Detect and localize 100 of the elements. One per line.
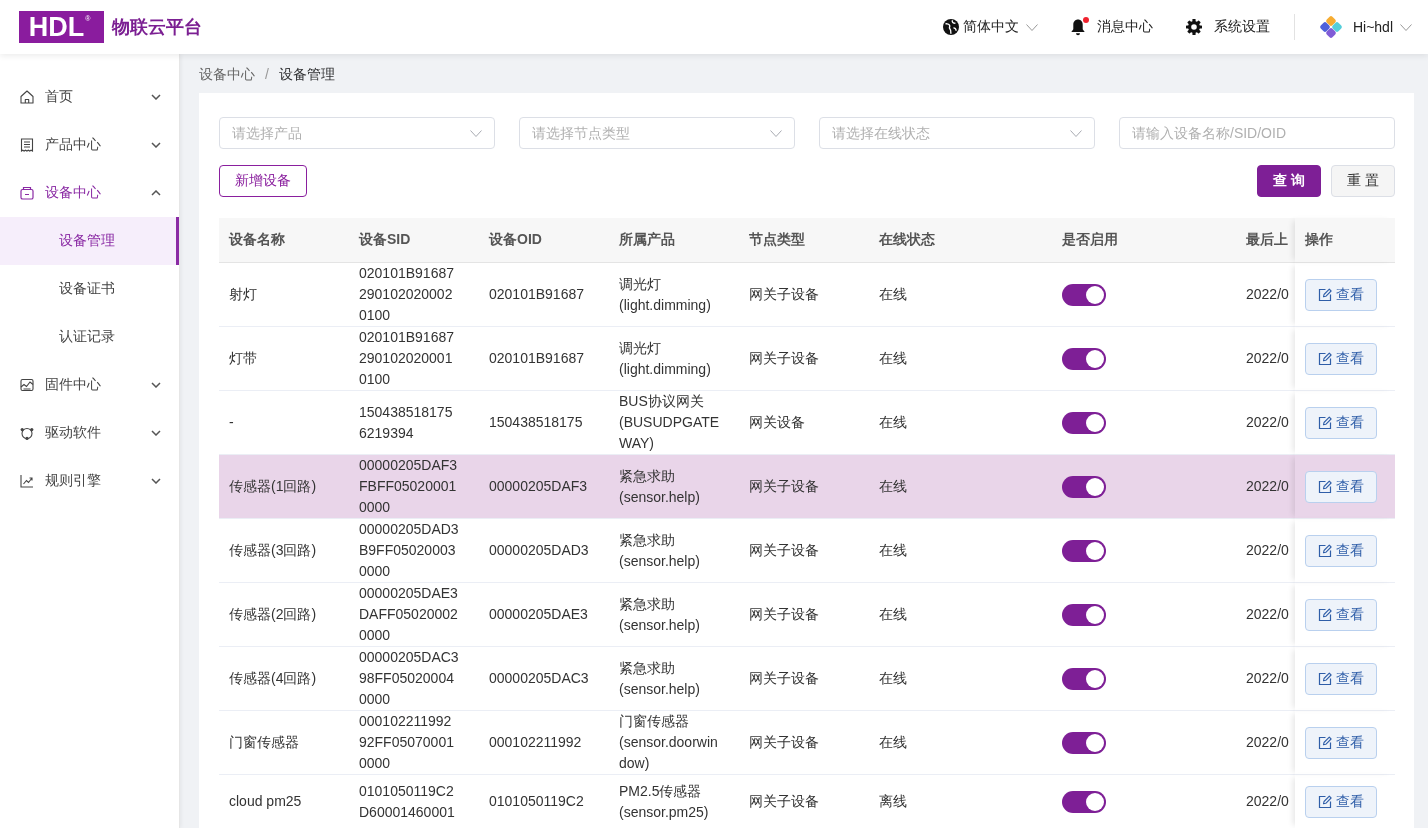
view-button[interactable]: 查看 — [1305, 470, 1377, 503]
table-cell: 000102211992 — [479, 711, 609, 775]
toggle-switch[interactable] — [1062, 731, 1106, 754]
breadcrumb-link[interactable]: 设备中心 — [199, 60, 255, 88]
table-cell: 2022/0 — [1236, 647, 1295, 711]
globe-icon — [942, 19, 959, 35]
table-cell: 在线 — [869, 519, 1052, 583]
select-field[interactable]: 请选择产品 — [219, 117, 495, 149]
sidebar-subitem[interactable]: 设备证书 — [0, 265, 179, 313]
table-row[interactable]: 传感器(2回路) 00000205DAE3DAFF050200020000 00000205DAE3 紧急求助(sensor.help) 网关子设备 在线 2022/0 查看 — [219, 583, 1395, 647]
table-cell: 门窗传感器 — [219, 711, 349, 775]
edit-icon — [1318, 794, 1332, 809]
table-cell: 射灯 — [219, 263, 349, 327]
table-cell: 00000205DAC3 — [479, 647, 609, 711]
sidebar-subitem[interactable]: 设备管理 — [0, 217, 179, 265]
search-field[interactable]: 请输入设备名称/SID/OID — [1119, 117, 1395, 149]
column-header: 在线状态 — [869, 218, 1052, 263]
table-cell: 00000205DAE3DAFF050200020000 — [349, 583, 479, 647]
sidebar-item[interactable]: 设备中心 — [0, 169, 179, 217]
view-button[interactable]: 查看 — [1305, 342, 1377, 375]
toggle-switch[interactable] — [1062, 603, 1106, 626]
table-row[interactable]: 传感器(1回路) 00000205DAF3FBFF050200010000 00000205DAF3 紧急求助(sensor.help) 网关子设备 在线 2022/0 查看 — [219, 455, 1395, 519]
sidebar-item[interactable]: 产品中心 — [0, 121, 179, 169]
home-icon — [20, 90, 34, 104]
edit-icon — [1318, 287, 1332, 302]
table-row[interactable]: 灯带 020101B916872901020200010100 020101B91687 调光灯(light.dimming) 网关子设备 在线 2022/0 查看 — [219, 327, 1395, 391]
table-cell: 紧急求助(sensor.help) — [609, 455, 739, 519]
logo: HDL$^{®}$ — [19, 11, 104, 43]
view-button[interactable]: 查看 — [1305, 662, 1377, 695]
reset-button[interactable]: 重 置 — [1331, 165, 1395, 197]
chevron-down-icon — [151, 94, 161, 100]
view-button[interactable]: 查看 — [1305, 534, 1377, 567]
bell-icon — [1070, 18, 1085, 36]
table-cell: 在线 — [869, 647, 1052, 711]
view-button[interactable]: 查看 — [1305, 278, 1377, 311]
edit-icon — [1318, 543, 1332, 558]
table-cell: 传感器(3回路) — [219, 519, 349, 583]
select-field[interactable]: 请选择节点类型 — [519, 117, 795, 149]
table-cell: 2022/0 — [1236, 583, 1295, 647]
table-cell: 网关子设备 — [739, 647, 869, 711]
settings-button[interactable]: 系统设置 — [1185, 18, 1270, 36]
sidebar-item[interactable]: 固件中心 — [0, 361, 179, 409]
sidebar-item[interactable]: 首页 — [0, 73, 179, 121]
edit-icon — [1318, 415, 1332, 430]
chevron-down-icon — [151, 478, 161, 484]
chart-icon — [20, 474, 34, 488]
table-cell: 2022/0 — [1236, 711, 1295, 775]
edit-icon — [1318, 671, 1332, 686]
table-cell: 在线 — [869, 583, 1052, 647]
table-cell: 00000205DAF3 — [479, 455, 609, 519]
table-cell: 2022/0 — [1236, 455, 1295, 519]
edit-icon — [1318, 479, 1332, 494]
view-button[interactable]: 查看 — [1305, 785, 1377, 818]
add-device-button[interactable]: 新增设备 — [219, 165, 307, 197]
toggle-switch[interactable] — [1062, 411, 1106, 434]
table-cell-text: cloud pm25 — [228, 792, 303, 811]
table-row[interactable]: 射灯 020101B916872901020200020100 020101B91687 调光灯(light.dimming) 网关子设备 在线 2022/0 查看 — [219, 263, 1395, 327]
toggle-switch[interactable] — [1062, 283, 1106, 306]
toggle-switch[interactable] — [1062, 347, 1106, 370]
toggle-switch[interactable] — [1062, 790, 1106, 813]
table-cell-text: 网关子设备 — [748, 792, 820, 811]
table-row[interactable]: 传感器(3回路) 00000205DAD3B9FF050200030000 00000205DAD3 紧急求助(sensor.help) 网关子设备 在线 2022/0 查看 — [219, 519, 1395, 583]
table-cell: 2022/0 — [1236, 327, 1295, 391]
document-icon — [20, 138, 34, 152]
chevron-up-icon — [151, 190, 161, 196]
toggle-switch[interactable] — [1062, 475, 1106, 498]
table-row[interactable]: 门窗传感器 00010221199292FF050700010000 000102211992 门窗传感器(sensor.doorwindow) 网关子设备 在线 2022/0 查看 — [219, 711, 1395, 775]
column-header: 节点类型 — [739, 218, 869, 263]
table-cell: 传感器(4回路) — [219, 647, 349, 711]
query-button[interactable]: 查 询 — [1257, 165, 1322, 197]
chevron-down-icon — [1070, 130, 1082, 137]
select-field[interactable]: 请选择在线状态 — [819, 117, 1095, 149]
column-header: 所属产品 — [609, 218, 739, 263]
edit-icon — [1318, 351, 1332, 366]
toggle-switch[interactable] — [1062, 667, 1106, 690]
view-button[interactable]: 查看 — [1305, 598, 1377, 631]
breadcrumb-current: 设备管理 — [278, 65, 335, 84]
user-menu[interactable]: Hi~hdl — [1318, 15, 1412, 39]
table-cell: 020101B91687 — [479, 327, 609, 391]
view-button[interactable]: 查看 — [1305, 726, 1377, 759]
table-cell: 紧急求助(sensor.help) — [609, 647, 739, 711]
sidebar-item[interactable]: 驱动软件 — [0, 409, 179, 457]
table-cell: 调光灯(light.dimming) — [609, 263, 739, 327]
table-cell: 在线 — [869, 327, 1052, 391]
view-button[interactable]: 查看 — [1305, 406, 1377, 439]
table-cell: 网关子设备 — [739, 455, 869, 519]
table-row[interactable]: cloud pm25 0101050119C2D60001460001 0101050119C2 PM2.5传感器(sensor.pm25) 网关子设备 离线 2022/0 查看 — [219, 775, 1395, 828]
table-cell: 网关子设备 — [739, 711, 869, 775]
table-cell: 00010221199292FF050700010000 — [349, 711, 479, 775]
sidebar-subitem[interactable]: 认证记录 — [0, 313, 179, 361]
table-cell: 在线 — [869, 711, 1052, 775]
table-cell: 020101B916872901020200020100 — [349, 263, 479, 327]
sidebar-item[interactable]: 规则引擎 — [0, 457, 179, 505]
language-menu[interactable]: 简体中文 — [942, 18, 1038, 36]
table-cell: 在线 — [869, 455, 1052, 519]
table-row[interactable]: 传感器(4回路) 00000205DAC398FF050200040000 00000205DAC3 紧急求助(sensor.help) 网关子设备 在线 2022/0 查看 — [219, 647, 1395, 711]
table-cell: 00000205DAD3 — [479, 519, 609, 583]
messages-button[interactable]: 消息中心 — [1070, 18, 1153, 36]
table-cell: 020101B91687 — [479, 263, 609, 327]
toggle-switch[interactable] — [1062, 539, 1106, 562]
